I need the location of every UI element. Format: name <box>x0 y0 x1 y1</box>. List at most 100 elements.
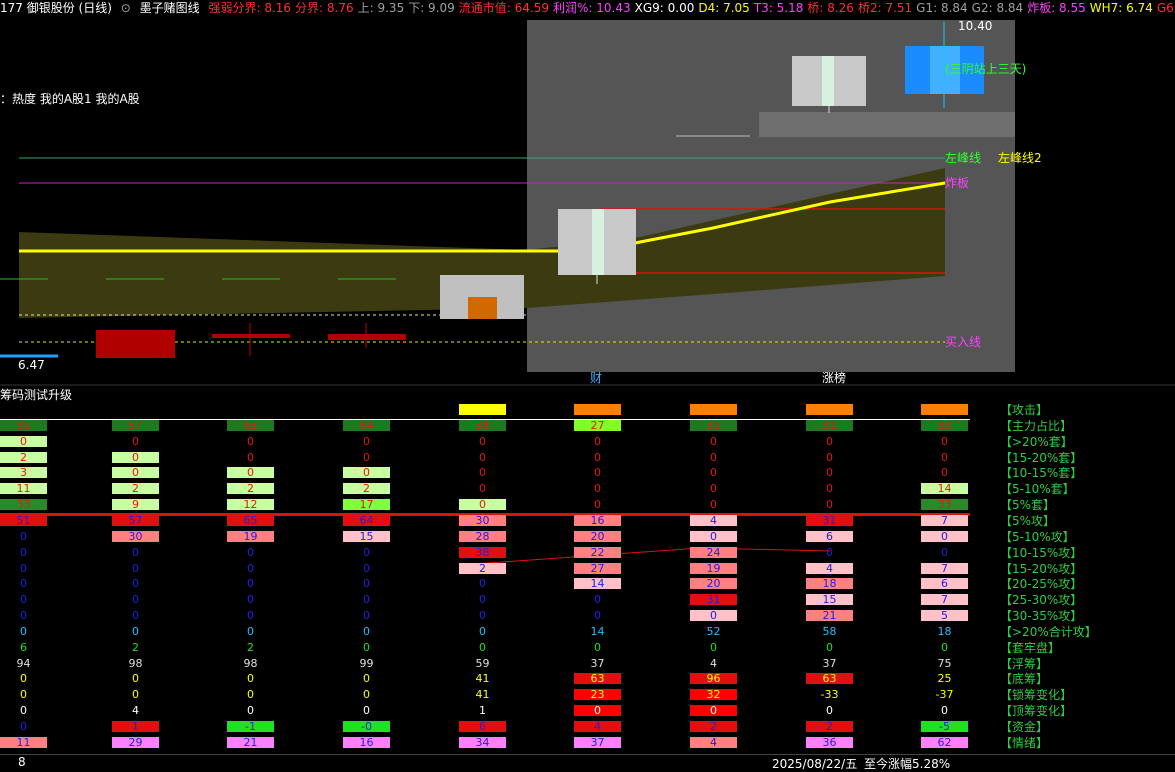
table-cell: 2 <box>690 721 737 732</box>
red-block <box>328 334 406 340</box>
price-high-label: 10.40 <box>958 19 992 33</box>
row-label: 【攻击】 <box>1000 403 1049 417</box>
table-cell: 1 <box>112 721 159 732</box>
table-cell: 0 <box>479 482 486 496</box>
candle-highlight <box>822 56 834 106</box>
table-cell: 0 <box>20 704 27 718</box>
table-cell: 7 <box>921 562 968 574</box>
table-cell: 0 <box>826 434 833 448</box>
mairu-annotation: 买入线 <box>945 335 981 349</box>
table-cell: 4 <box>690 736 737 748</box>
table-cell: 2 <box>459 562 506 574</box>
table-cell: 31 <box>690 419 737 431</box>
table-cell: 1 <box>479 704 486 718</box>
table-cell: 2 <box>112 483 159 495</box>
zuofeng-annotation: 左峰线 <box>945 150 981 165</box>
table-cell: 0 <box>247 672 254 686</box>
row-label: 【5%套】 <box>1000 498 1056 513</box>
header-indicator: G1: 8.84 <box>916 1 968 15</box>
table-cell: 0 <box>479 577 486 591</box>
table-cell: 4 <box>574 721 621 732</box>
table-cell: 2 <box>132 640 139 654</box>
table-cell: 52 <box>706 624 721 638</box>
table-cell: 57 <box>112 514 159 526</box>
header-indicator: WH7: 6.74 <box>1089 1 1153 15</box>
table-cell: 0 <box>826 704 833 718</box>
table-cell: 14 <box>921 483 968 495</box>
table-cell: 0 <box>941 450 948 464</box>
table-cell: 0 <box>132 577 139 591</box>
table-cell: 9 <box>112 499 159 511</box>
table-cell: 0 <box>363 593 370 607</box>
sanyin-annotation: (三阴站上三天) <box>945 62 1026 76</box>
header-indicator: XG9: 0.00 <box>634 1 695 15</box>
table-cell: 25 <box>937 672 952 686</box>
table-cell: 63 <box>806 673 853 685</box>
bottom-date: 2025/08/22/五 <box>772 757 858 771</box>
table-cell: 3 <box>0 467 47 479</box>
table-cell: 0 <box>826 545 833 559</box>
stock-title[interactable]: 177 御银股份 (日线) <box>0 1 112 15</box>
table-cell: 94 <box>16 656 31 670</box>
table-cell: 30 <box>112 530 159 542</box>
row-label: 【资金】 <box>1000 720 1049 734</box>
table-cell: 0 <box>247 704 254 718</box>
resistance-box <box>759 112 1015 137</box>
table-cell: 0 <box>479 434 486 448</box>
row-label: 【30-35%攻】 <box>1000 609 1083 624</box>
table-cell: 0 <box>20 577 27 591</box>
table-cell: 0 <box>363 640 370 654</box>
table-cell: 0 <box>247 434 254 448</box>
table-cell: 6 <box>921 578 968 590</box>
table-cell <box>112 404 159 415</box>
header-indicator: 桥: 8.26 <box>807 1 854 15</box>
table-cell: 0 <box>20 624 27 638</box>
table-cell: 0 <box>363 624 370 638</box>
table-cell: 64 <box>343 514 390 526</box>
table-cell: 16 <box>343 736 390 748</box>
table-cell <box>574 404 621 415</box>
dropdown-icon[interactable]: ⊙ <box>121 1 131 15</box>
table-cell: 65 <box>227 419 274 431</box>
table-cell: 12 <box>227 499 274 511</box>
row-label: 【情绪】 <box>1000 735 1049 750</box>
table-cell: 75 <box>937 656 952 670</box>
table-cell: 11 <box>0 483 47 495</box>
table-cell: 98 <box>243 656 258 670</box>
row-label: 【锁筹变化】 <box>1000 688 1073 703</box>
table-cell: 0 <box>132 545 139 559</box>
table-cell: 2 <box>227 483 274 495</box>
zuofeng2-annotation: 左峰线2 <box>998 150 1042 165</box>
table-cell: 62 <box>921 736 968 748</box>
table-cell: 0 <box>363 688 370 702</box>
table-cell: 0 <box>247 593 254 607</box>
zhaban-annotation: 炸板 <box>945 176 969 190</box>
row-label: 【10-15%攻】 <box>1000 545 1083 560</box>
table-cell: 6 <box>806 530 853 542</box>
table-cell: 0 <box>826 482 833 496</box>
table-cell: 0 <box>710 450 717 464</box>
marker-zhangting[interactable]: 涨榜 <box>822 370 846 385</box>
table-cell: 0 <box>363 577 370 591</box>
table-cell: 0 <box>690 705 737 717</box>
table-cell: 22 <box>574 546 621 558</box>
table-cell: 18 <box>937 624 952 638</box>
table-cell: 0 <box>479 624 486 638</box>
row-label: 【浮筹】 <box>1000 656 1049 671</box>
table-cell: 0 <box>132 624 139 638</box>
table-cell: 31 <box>690 594 737 606</box>
table-cell: -33 <box>820 688 839 702</box>
table-cell: 27 <box>574 562 621 574</box>
table-cell: 32 <box>690 689 737 701</box>
table-cell: 33 <box>921 499 968 511</box>
table-cell: 2 <box>806 721 853 732</box>
table-cell: 4 <box>710 656 717 670</box>
price-chart[interactable]: ：热度 我的A股1 我的A股 10.40 (三阴站上三天) 左峰线 左峰线2 炸… <box>0 18 1175 386</box>
formula-name[interactable]: 墨子赌图线 <box>140 1 200 15</box>
table-cell: 0 <box>247 609 254 623</box>
marker-cai[interactable]: 财 <box>590 371 602 385</box>
table-cell <box>0 404 47 415</box>
table-cell: 6 <box>20 640 27 654</box>
row-label: 【20-25%攻】 <box>1000 577 1083 592</box>
table-cell: 0 <box>941 434 948 448</box>
